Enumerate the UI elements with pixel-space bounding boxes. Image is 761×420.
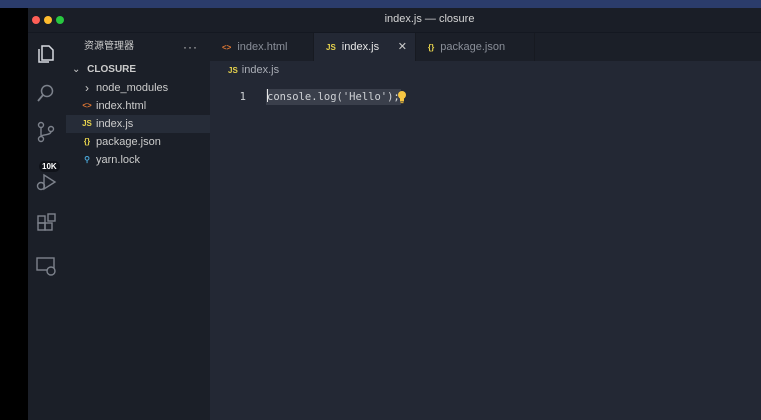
json-file-icon: {} [83,137,91,147]
folder-label: CLOSURE [87,64,137,75]
explorer-sidebar: 资源管理器 ··· ⌄ CLOSURE › node_modules <> index… [66,33,210,420]
code-text-selection[interactable]: console.log('Hello'); [266,89,401,105]
mac-menu-bar [0,0,761,8]
editor-area: <> index.html JS index.js ✕ {} package.json… [210,33,761,420]
tab-index-html[interactable]: <> index.html [210,33,314,61]
js-file-icon: JS [326,43,336,52]
folder-closure[interactable]: ⌄ CLOSURE [66,61,210,79]
activity-bar: 10K [28,33,66,420]
title-bar: index.js — closure [28,8,761,33]
remote-explorer-icon[interactable] [35,255,57,277]
tab-label: index.html [237,41,288,53]
search-icon[interactable] [35,82,57,104]
tab-index-js[interactable]: JS index.js ✕ [314,33,416,61]
sidebar-header: 资源管理器 ··· [66,33,210,61]
vscode-window: index.js — closure 10K 资源管理器 ··· ⌄ CLOSU… [28,8,761,420]
tree-item-label: index.js [96,118,134,130]
json-file-icon: {} [428,43,435,52]
tree-item-yarn-lock[interactable]: ⚲ yarn.lock [66,151,210,169]
extensions-icon[interactable] [35,213,57,235]
close-tab-icon[interactable]: ✕ [398,33,407,61]
js-file-icon: JS [82,119,92,129]
file-tree: › node_modules <> index.html JS index.js {} pac… [66,79,210,169]
line-number: 1 [239,91,246,103]
js-file-icon: JS [228,66,238,75]
tree-item-label: node_modules [96,82,169,94]
breadcrumb[interactable]: JS index.js [210,61,761,79]
tree-item-package-json[interactable]: {} package.json [66,133,210,151]
code-line[interactable]: 1 console.log('Hello'); [210,89,761,105]
tree-item-label: package.json [96,136,161,148]
tree-item-label: yarn.lock [96,154,141,166]
tree-item-node-modules[interactable]: › node_modules [66,79,210,97]
yarn-file-icon: ⚲ [84,155,90,165]
lightbulb-icon[interactable] [396,90,408,104]
more-actions-button[interactable]: ··· [183,33,198,61]
tab-label: index.js [341,41,380,53]
breadcrumb-label: index.js [241,64,280,76]
tab-label: package.json [440,41,506,53]
tree-item-index-js[interactable]: JS index.js [66,115,210,133]
chevron-down-icon: ⌄ [72,64,81,75]
chevron-right-icon: › [85,81,89,96]
run-debug-icon[interactable] [35,171,57,193]
code-text: console.log('Hello'); [267,91,400,103]
html-file-icon: <> [82,101,92,111]
tab-bar: <> index.html JS index.js ✕ {} package.json [210,33,761,61]
explorer-icon[interactable] [35,43,57,65]
tree-item-label: index.html [96,100,147,112]
tab-package-json[interactable]: {} package.json [416,33,535,61]
source-control-icon[interactable] [35,121,57,143]
window-title: index.js — closure [384,13,475,25]
tree-item-index-html[interactable]: <> index.html [66,97,210,115]
sidebar-title: 资源管理器 [84,41,134,52]
html-file-icon: <> [222,43,232,52]
